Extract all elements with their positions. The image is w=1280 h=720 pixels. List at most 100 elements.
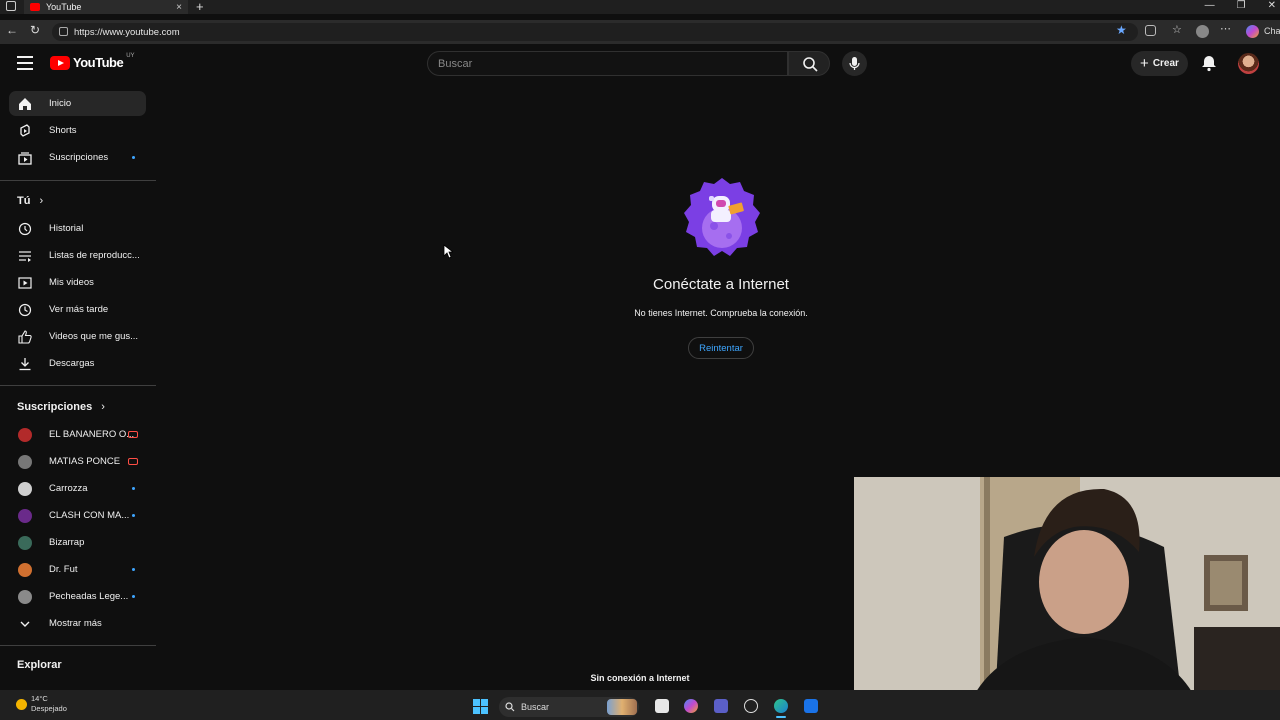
retry-button[interactable]: Reintentar [688, 337, 754, 359]
youtube-favicon-icon [30, 3, 40, 11]
sidebar-channel-item[interactable]: EL BANANERO O... [9, 422, 146, 447]
teams-app-icon[interactable] [714, 699, 728, 713]
copilot-app-icon[interactable] [684, 699, 698, 713]
webcam-person-image [854, 477, 1280, 720]
edge-browser-icon[interactable] [774, 699, 788, 713]
sidebar-item-label: Mis videos [49, 277, 94, 288]
watch-later-icon [18, 303, 32, 317]
search-highlight-image [607, 699, 637, 715]
voice-search-button[interactable] [842, 51, 867, 76]
site-info-icon[interactable] [59, 27, 68, 36]
sidebar-item-ver-mas-tarde[interactable]: Ver más tarde [9, 297, 146, 322]
shorts-icon [18, 123, 32, 138]
reload-icon[interactable]: ↻ [30, 23, 40, 37]
you-header-label: Tú [17, 195, 31, 207]
notifications-icon[interactable] [1201, 54, 1217, 72]
chevron-down-icon [18, 617, 32, 631]
tab-title: YouTube [46, 2, 82, 12]
sidebar-channel-item[interactable]: Bizarrap [9, 530, 146, 555]
chevron-right-icon: › [101, 401, 105, 413]
weather-widget[interactable]: 14°C Despejado [16, 694, 67, 714]
account-avatar[interactable] [1238, 53, 1259, 74]
address-bar[interactable]: https://www.youtube.com [52, 23, 1138, 41]
sidebar-divider [0, 645, 156, 646]
sidebar-channel-item[interactable]: Pecheadas Lege... [9, 584, 146, 609]
browser-tab[interactable]: YouTube × [24, 0, 188, 14]
explore-header-label: Explorar [17, 659, 62, 671]
search-icon [505, 702, 515, 712]
offline-toast: Sin conexión a Internet [590, 673, 690, 683]
sidebar-divider [0, 385, 156, 386]
profile-icon[interactable] [1196, 25, 1209, 38]
logo-country: UY [126, 52, 135, 59]
restore-icon[interactable]: ❐ [1237, 0, 1246, 11]
sidebar-subscriptions-header[interactable]: Suscripciones › [17, 401, 105, 413]
sidebar-channel-item[interactable]: Carrozza [9, 476, 146, 501]
close-window-icon[interactable]: ✕ [1268, 0, 1276, 11]
new-content-dot [132, 156, 135, 159]
sidebar-item-listas[interactable]: Listas de reproducc... [9, 243, 146, 268]
minimize-icon[interactable]: — [1205, 0, 1215, 11]
more-options-icon[interactable]: ⋯ [1220, 22, 1231, 35]
mouse-cursor-icon [443, 244, 453, 259]
channel-avatar [18, 535, 32, 550]
url-text: https://www.youtube.com [74, 26, 180, 38]
taskbar-search[interactable]: Buscar [499, 697, 639, 717]
sidebar-item-label: Historial [49, 223, 84, 234]
sidebar-channel-item[interactable]: CLASH CON MA... [9, 503, 146, 528]
create-button[interactable]: + Crear [1131, 51, 1188, 76]
close-tab-icon[interactable]: × [176, 2, 182, 13]
live-indicator-icon [128, 458, 138, 465]
back-icon[interactable]: ← [6, 23, 18, 37]
active-app-indicator [776, 716, 786, 718]
offline-astronaut-illustration [684, 178, 760, 256]
outlook-app-icon[interactable] [804, 699, 818, 713]
menu-icon[interactable] [17, 56, 33, 74]
sidebar-item-videos-que-me-gustan[interactable]: Videos que me gus... [9, 324, 146, 349]
channel-name: Pecheadas Lege... [49, 591, 129, 602]
sidebar-channel-item[interactable]: MATIAS PONCE [9, 449, 146, 474]
search-input[interactable]: Buscar [427, 51, 788, 76]
like-icon [18, 329, 32, 344]
sidebar-item-historial[interactable]: Historial [9, 216, 146, 241]
sidebar-item-mis-videos[interactable]: Mis videos [9, 270, 146, 295]
sidebar-item-inicio[interactable]: Inicio [9, 91, 146, 116]
favorite-star-icon[interactable]: ★ [1116, 23, 1127, 37]
browser-tab-bar: YouTube × + — ❐ ✕ [0, 0, 1280, 14]
channel-name: Dr. Fut [49, 564, 78, 575]
favorites-icon[interactable]: ☆ [1172, 23, 1182, 36]
sidebar-show-more[interactable]: Mostrar más [9, 611, 146, 636]
history-icon [18, 222, 32, 236]
channel-avatar [18, 454, 32, 469]
extensions-icon[interactable] [1145, 25, 1156, 36]
offline-subtitle: No tienes Internet. Comprueba la conexió… [634, 308, 808, 318]
sidebar-you-header[interactable]: Tú › [17, 195, 43, 207]
new-content-dot [132, 595, 135, 598]
search-button[interactable] [788, 51, 830, 76]
youtube-logo[interactable]: YouTube UY [50, 52, 135, 70]
download-icon [18, 357, 32, 371]
store-app-icon[interactable] [655, 699, 669, 713]
new-tab-button[interactable]: + [196, 0, 204, 14]
sidebar-item-label: Inicio [49, 98, 72, 109]
copilot-label[interactable]: Cha [1264, 26, 1280, 36]
taskbar-search-label: Buscar [521, 702, 550, 712]
sun-icon [16, 698, 27, 710]
channel-name: Bizarrap [49, 537, 85, 548]
my-videos-icon [18, 276, 32, 290]
sidebar-channel-item[interactable]: Dr. Fut [9, 557, 146, 582]
windows-start-icon[interactable] [473, 699, 488, 714]
tab-actions-icon[interactable] [6, 1, 16, 11]
search-icon [803, 57, 818, 72]
sidebar-item-label: Descargas [49, 358, 95, 369]
channel-name: EL BANANERO O... [49, 429, 135, 440]
sidebar-divider [0, 180, 156, 181]
sidebar-item-shorts[interactable]: Shorts [9, 118, 146, 143]
copilot-icon[interactable] [1246, 25, 1259, 38]
channel-avatar [18, 508, 32, 523]
sidebar-item-descargas[interactable]: Descargas [9, 351, 146, 376]
microphone-icon [849, 57, 860, 70]
chatgpt-app-icon[interactable] [744, 699, 758, 713]
channel-avatar [18, 589, 32, 604]
sidebar-item-suscripciones[interactable]: Suscripciones [9, 145, 146, 170]
